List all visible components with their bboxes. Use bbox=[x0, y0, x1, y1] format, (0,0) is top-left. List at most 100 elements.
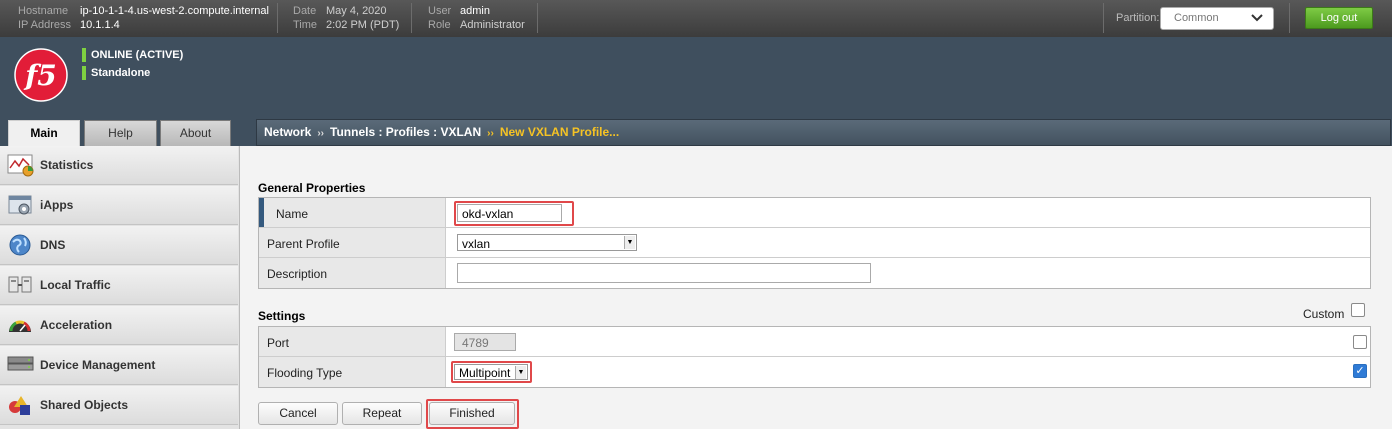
time-row: Time 2:02 PM (PDT) bbox=[293, 19, 399, 31]
parent-profile-value: vxlan bbox=[462, 237, 491, 251]
tab-about[interactable]: About bbox=[160, 120, 231, 146]
gauge-icon bbox=[9, 320, 31, 332]
parent-profile-row: Parent Profile vxlan ▼ bbox=[259, 228, 1370, 258]
status-standalone: Standalone bbox=[82, 66, 150, 80]
ip-row: IP Address 10.1.1.4 bbox=[18, 19, 120, 31]
sidebar-item-acceleration[interactable]: Acceleration bbox=[0, 306, 238, 345]
divider bbox=[1103, 3, 1104, 33]
header: f5 ONLINE (ACTIVE) Standalone bbox=[0, 37, 1392, 117]
time-label: Time bbox=[293, 19, 318, 31]
globe-icon bbox=[9, 234, 31, 256]
highlight-box bbox=[426, 399, 519, 429]
status-indicator bbox=[82, 66, 86, 80]
parent-profile-value-cell: vxlan ▼ bbox=[447, 228, 1370, 257]
sidebar-item-label: Device Management bbox=[40, 358, 156, 372]
hostname-value: ip-10-1-1-4.us-west-2.compute.internal bbox=[80, 5, 269, 17]
flooding-type-row: Flooding Type Multipoint ▼ ✓ bbox=[259, 357, 1370, 387]
statistics-icon bbox=[7, 154, 34, 177]
settings-table: Port 4789 Flooding Type Multipoint ▼ ✓ bbox=[258, 326, 1371, 388]
chevron-down-icon bbox=[1251, 14, 1263, 22]
general-properties-title: General Properties bbox=[258, 181, 366, 195]
parent-profile-select[interactable]: vxlan ▼ bbox=[457, 234, 637, 251]
dropdown-arrow-icon: ▼ bbox=[624, 236, 635, 249]
time-value: 2:02 PM (PDT) bbox=[326, 19, 400, 31]
status-indicator bbox=[82, 48, 86, 62]
settings-title: Settings bbox=[258, 309, 306, 323]
partition-label: Partition: bbox=[1116, 12, 1160, 24]
date-row: Date May 4, 2020 bbox=[293, 5, 387, 17]
date-value: May 4, 2020 bbox=[326, 5, 387, 17]
user-row: User admin bbox=[428, 5, 490, 17]
sidebar-item-statistics[interactable]: Statistics bbox=[0, 146, 238, 185]
ip-label: IP Address bbox=[18, 19, 71, 31]
f5-logo-icon: f5 bbox=[14, 48, 68, 102]
tab-main[interactable]: Main bbox=[8, 120, 80, 146]
flooding-type-value-cell: Multipoint ▼ ✓ bbox=[447, 357, 1370, 387]
description-input[interactable] bbox=[457, 263, 871, 283]
role-row: Role Administrator bbox=[428, 19, 525, 31]
port-label: Port bbox=[259, 327, 446, 356]
breadcrumb: Network ›› Tunnels : Profiles : VXLAN ›› New… bbox=[256, 119, 1391, 146]
sidebar-item-shared-objects[interactable]: Shared Objects bbox=[0, 386, 238, 425]
name-row: Name okd-vxlan bbox=[259, 198, 1370, 228]
top-bar: Hostname ip-10-1-1-4.us-west-2.compute.in… bbox=[0, 0, 1392, 37]
port-row: Port 4789 bbox=[259, 327, 1370, 357]
breadcrumb-current: New VXLAN Profile... bbox=[499, 125, 620, 139]
status-standalone-text: Standalone bbox=[91, 67, 151, 79]
status-online: ONLINE (ACTIVE) bbox=[82, 48, 183, 62]
status-online-text: ONLINE (ACTIVE) bbox=[91, 49, 184, 61]
cancel-button[interactable]: Cancel bbox=[258, 402, 338, 425]
sidebar-item-label: Shared Objects bbox=[40, 398, 129, 412]
svg-text:f5: f5 bbox=[23, 59, 57, 92]
flooding-custom-checkbox[interactable]: ✓ bbox=[1353, 364, 1367, 378]
user-label: User bbox=[428, 5, 452, 17]
local-traffic-icon bbox=[8, 276, 32, 293]
sidebar-item-local-traffic[interactable]: Local Traffic bbox=[0, 266, 238, 305]
port-custom-checkbox[interactable] bbox=[1353, 335, 1367, 349]
parent-profile-label: Parent Profile bbox=[259, 228, 446, 257]
name-label: Name bbox=[259, 198, 446, 227]
port-value-cell: 4789 bbox=[447, 327, 1370, 356]
highlight-box bbox=[451, 361, 532, 383]
logout-button[interactable]: Log out bbox=[1305, 7, 1373, 29]
sidebar-gap bbox=[241, 146, 256, 429]
description-value-cell bbox=[447, 258, 1370, 288]
user-value: admin bbox=[460, 5, 490, 17]
hostname-label: Hostname bbox=[18, 5, 69, 17]
role-label: Role bbox=[428, 19, 451, 31]
role-value: Administrator bbox=[460, 19, 525, 31]
device-icon bbox=[7, 356, 34, 371]
highlight-box bbox=[454, 201, 574, 226]
custom-label: Custom bbox=[1303, 307, 1345, 321]
partition-select[interactable]: Common bbox=[1160, 7, 1274, 30]
breadcrumb-separator: ›› bbox=[317, 128, 325, 139]
shapes-icon bbox=[9, 396, 30, 415]
divider bbox=[411, 3, 412, 33]
iapps-icon bbox=[8, 195, 32, 215]
general-properties-table: Name okd-vxlan Parent Profile vxlan ▼ De… bbox=[258, 197, 1371, 289]
sidebar-item-label: Local Traffic bbox=[40, 278, 111, 292]
sidebar: Statistics iApps DNS Local Traffic Accel… bbox=[0, 146, 240, 429]
sidebar-item-dns[interactable]: DNS bbox=[0, 226, 238, 265]
sidebar-item-label: DNS bbox=[40, 238, 66, 252]
description-row: Description bbox=[259, 258, 1370, 288]
divider bbox=[537, 3, 538, 33]
description-label: Description bbox=[259, 258, 446, 288]
sidebar-item-device-management[interactable]: Device Management bbox=[0, 346, 238, 385]
sidebar-item-label: iApps bbox=[40, 198, 74, 212]
ip-value: 10.1.1.4 bbox=[80, 19, 120, 31]
tab-help[interactable]: Help bbox=[84, 120, 157, 146]
breadcrumb-network[interactable]: Network bbox=[264, 125, 311, 139]
divider bbox=[1289, 3, 1290, 33]
repeat-button[interactable]: Repeat bbox=[342, 402, 422, 425]
sidebar-item-label: Statistics bbox=[40, 158, 94, 172]
flooding-type-label: Flooding Type bbox=[259, 357, 446, 387]
custom-all-checkbox[interactable] bbox=[1351, 303, 1365, 317]
hostname-row: Hostname ip-10-1-1-4.us-west-2.compute.in… bbox=[18, 5, 269, 17]
breadcrumb-tunnels-profiles[interactable]: Tunnels : Profiles : VXLAN bbox=[330, 125, 481, 139]
divider bbox=[277, 3, 278, 33]
date-label: Date bbox=[293, 5, 317, 17]
port-input[interactable]: 4789 bbox=[454, 333, 516, 351]
sidebar-item-label: Acceleration bbox=[40, 318, 113, 332]
sidebar-item-iapps[interactable]: iApps bbox=[0, 186, 238, 225]
